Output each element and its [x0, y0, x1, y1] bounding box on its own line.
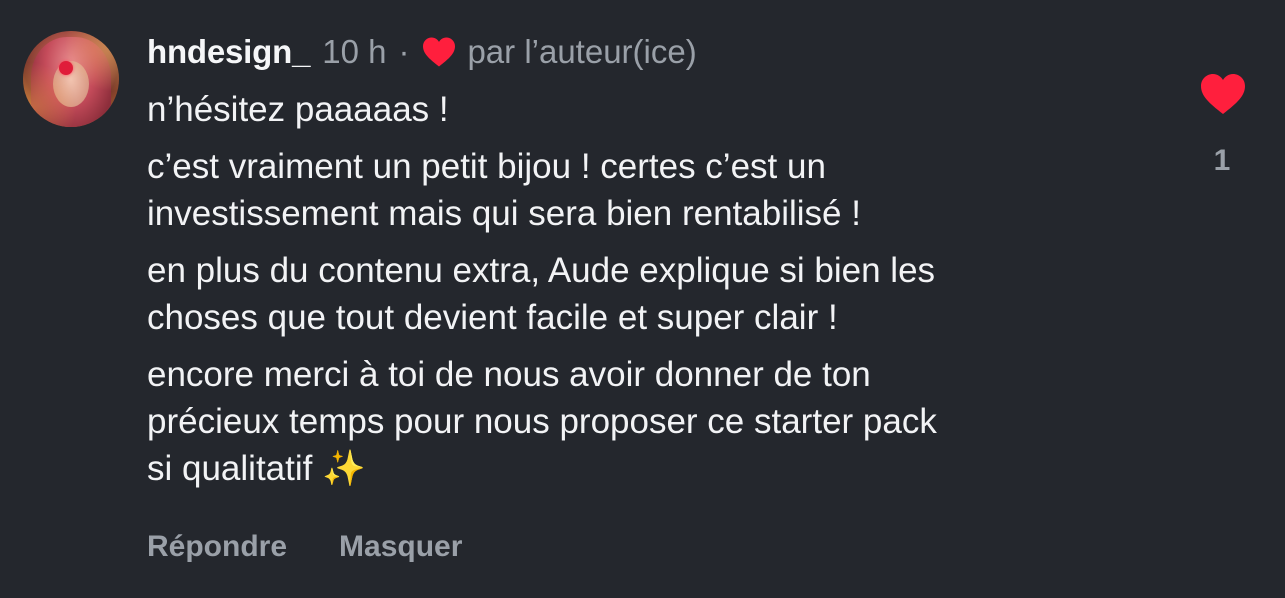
username[interactable]: hndesign_ — [147, 33, 310, 71]
hide-button[interactable]: Masquer — [339, 530, 462, 564]
comment-paragraph: c’est vraiment un petit bijou ! certes c… — [147, 147, 861, 233]
comment-header: hndesign_ 10 h · par l’auteur(ice) — [147, 30, 697, 74]
like-heart-icon[interactable] — [1198, 72, 1248, 116]
avatar-glow — [23, 31, 119, 127]
separator-dot: · — [398, 33, 410, 70]
comment-actions: Répondre Masquer — [147, 530, 462, 564]
comment-body: n’hésitez paaaaas ! c’est vraiment un pe… — [147, 86, 1167, 502]
reply-button[interactable]: Répondre — [147, 530, 287, 564]
author-like-label: par l’auteur(ice) — [467, 33, 697, 70]
like-count: 1 — [1213, 144, 1231, 177]
comment-paragraph: en plus du contenu extra, Aude explique … — [147, 251, 936, 337]
comment-paragraph: n’hésitez paaaaas ! — [147, 90, 449, 129]
comment-paragraph: encore merci à toi de nous avoir donner … — [147, 355, 937, 488]
timestamp: 10 h — [322, 33, 387, 70]
avatar[interactable] — [23, 31, 119, 127]
heart-icon — [423, 37, 456, 67]
